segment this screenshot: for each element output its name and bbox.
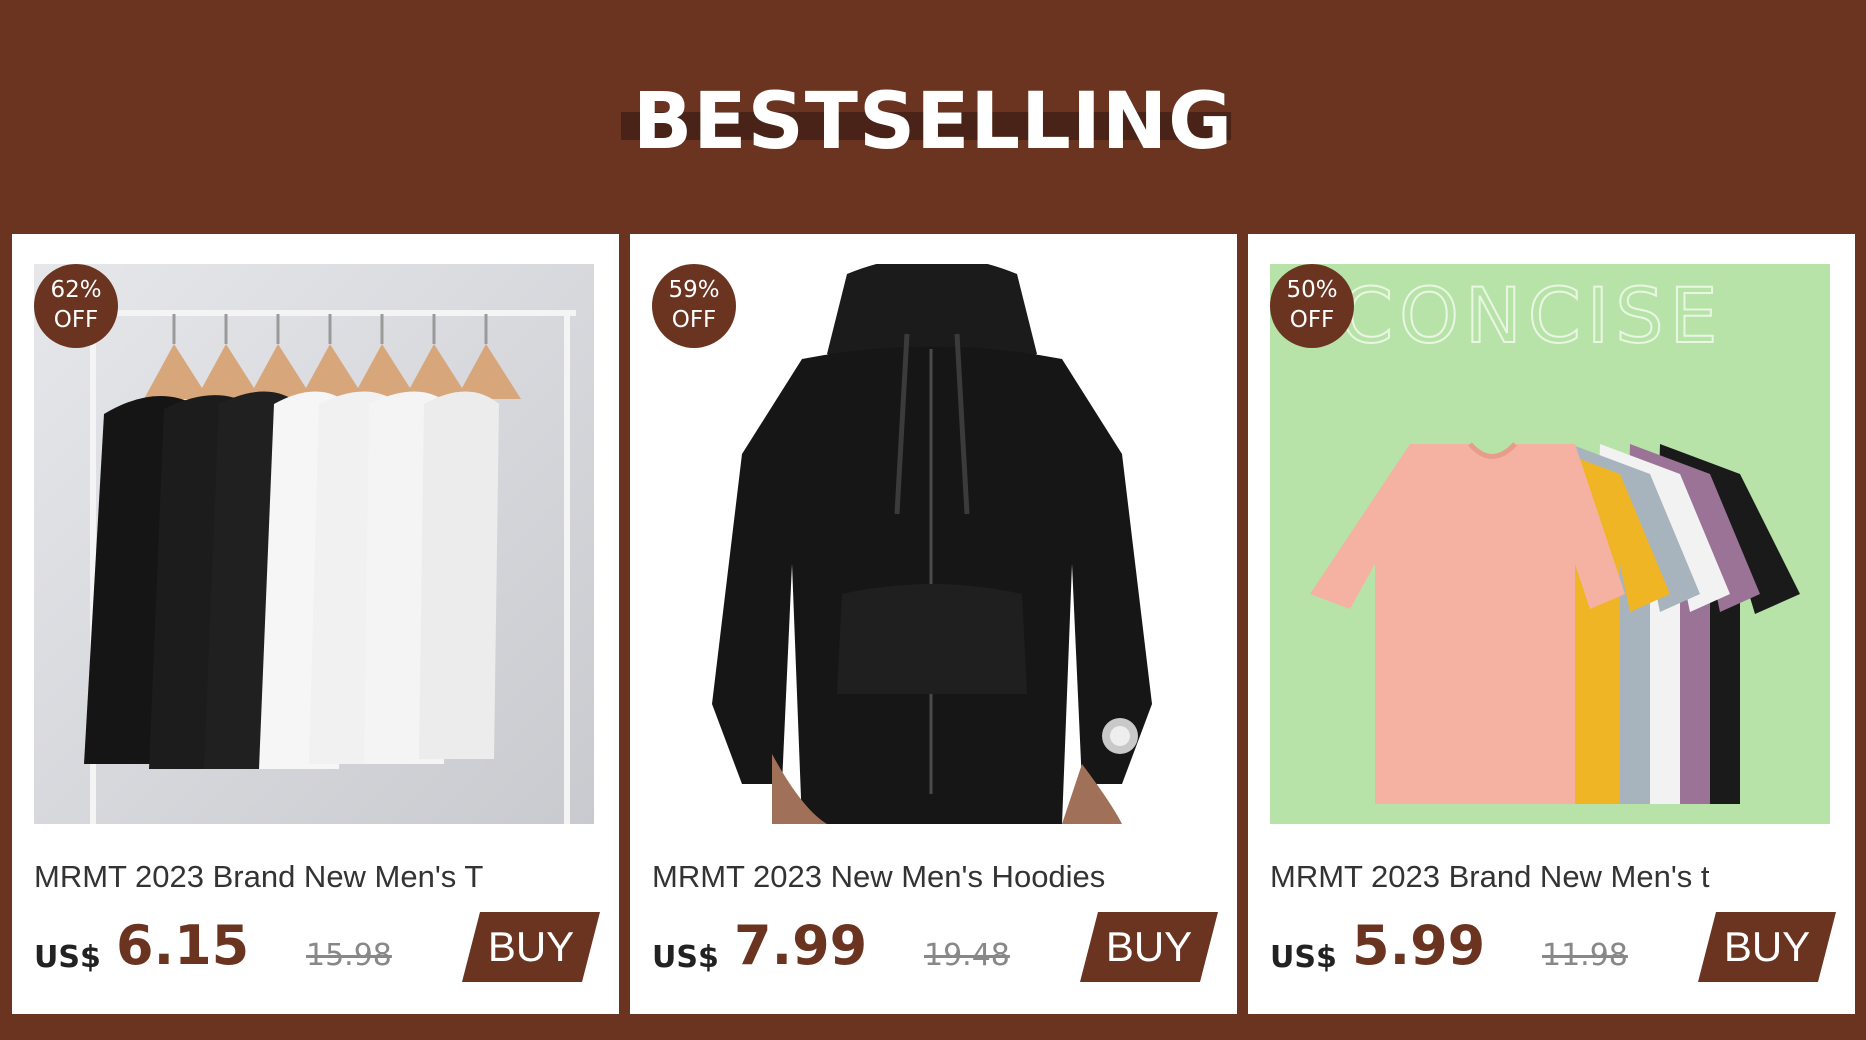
product-image-hoodie[interactable] bbox=[652, 264, 1212, 824]
watermark-text: CONCISE bbox=[1340, 271, 1723, 360]
discount-percent: 62% bbox=[50, 277, 102, 303]
shirts-rack-illustration bbox=[34, 264, 594, 824]
product-card[interactable]: 59% OFF MRMT 2023 New Men's Hoodies US$ … bbox=[630, 234, 1237, 1014]
original-price: 15.98 bbox=[306, 938, 392, 973]
buy-button[interactable]: BUY bbox=[462, 912, 600, 982]
discount-off-label: OFF bbox=[671, 307, 717, 333]
discount-badge: 50% OFF bbox=[1270, 264, 1354, 348]
discount-badge: 62% OFF bbox=[34, 264, 118, 348]
product-card[interactable]: CONCISE 50% OFF MRMT 2023 Brand New Men'… bbox=[1248, 234, 1855, 1014]
sale-price: 7.99 bbox=[734, 914, 868, 977]
product-name[interactable]: MRMT 2023 New Men's Hoodies bbox=[652, 859, 1222, 895]
discount-badge: 59% OFF bbox=[652, 264, 736, 348]
sale-price: 6.15 bbox=[116, 914, 250, 977]
currency-label: US$ bbox=[652, 940, 719, 975]
product-card[interactable]: 62% OFF MRMT 2023 Brand New Men's T US$ … bbox=[12, 234, 619, 1014]
original-price: 11.98 bbox=[1542, 938, 1628, 973]
discount-percent: 59% bbox=[668, 277, 720, 303]
product-name[interactable]: MRMT 2023 Brand New Men's t bbox=[1270, 859, 1840, 895]
page-title: BESTSELLING bbox=[632, 77, 1234, 167]
buy-button[interactable]: BUY bbox=[1698, 912, 1836, 982]
discount-off-label: OFF bbox=[53, 307, 99, 333]
header-banner: BESTSELLING bbox=[0, 0, 1866, 230]
currency-label: US$ bbox=[34, 940, 101, 975]
currency-label: US$ bbox=[1270, 940, 1337, 975]
product-image-shirts-rack[interactable] bbox=[34, 264, 594, 824]
discount-percent: 50% bbox=[1286, 277, 1338, 303]
buy-button[interactable]: BUY bbox=[1080, 912, 1218, 982]
product-image-tshirts[interactable]: CONCISE bbox=[1270, 264, 1830, 824]
original-price: 19.48 bbox=[924, 938, 1010, 973]
sale-price: 5.99 bbox=[1352, 914, 1486, 977]
tshirt-stack-illustration: CONCISE bbox=[1270, 264, 1830, 824]
hoodie-illustration bbox=[652, 264, 1212, 824]
product-name[interactable]: MRMT 2023 Brand New Men's T bbox=[34, 859, 604, 895]
discount-off-label: OFF bbox=[1289, 307, 1335, 333]
